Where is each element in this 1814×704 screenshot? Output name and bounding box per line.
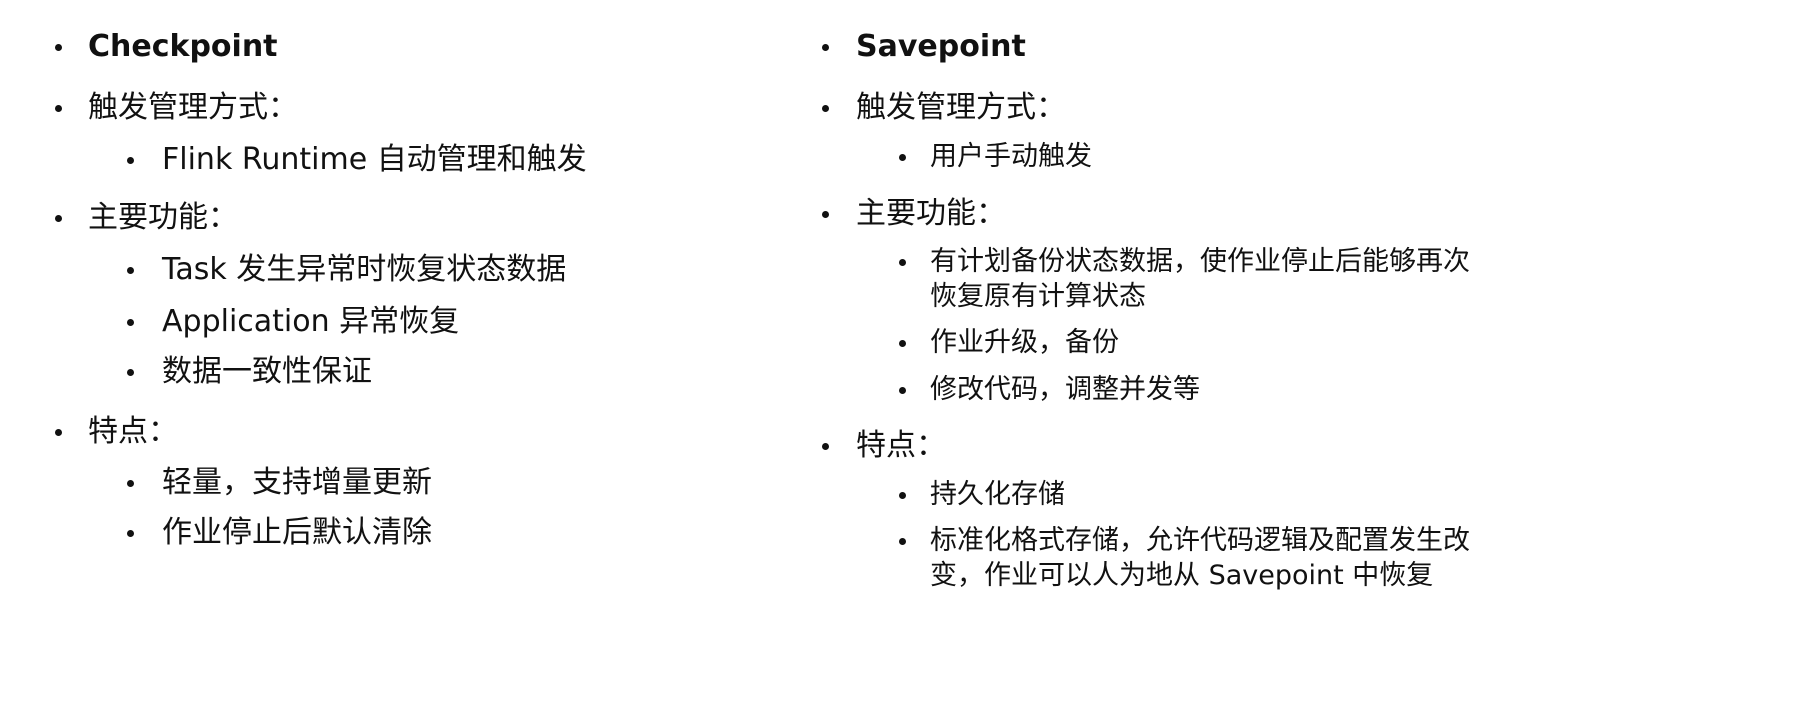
bullet-icon: [127, 267, 134, 274]
bullet-icon: [127, 530, 134, 537]
bullet-icon: [899, 154, 906, 161]
bullet-icon: [127, 319, 134, 326]
function-label: 主要功能：: [856, 196, 1006, 231]
list-item: 轻量，支持增量更新: [162, 465, 432, 500]
bullet-icon: [899, 259, 906, 266]
list-item: Task 发生异常时恢复状态数据: [162, 252, 567, 287]
list-item: 持久化存储: [930, 479, 1065, 510]
bullet-icon: [55, 429, 62, 436]
list-item-continued: 恢复原有计算状态: [930, 281, 1146, 312]
bullet-icon: [899, 387, 906, 394]
bullet-icon: [55, 215, 62, 222]
list-item: 用户手动触发: [930, 141, 1092, 172]
list-item: 有计划备份状态数据，使作业停止后能够再次: [930, 246, 1470, 277]
list-item: Application 异常恢复: [162, 304, 460, 339]
bullet-icon: [822, 443, 829, 450]
bullet-icon: [55, 44, 62, 51]
list-item: 数据一致性保证: [162, 354, 372, 389]
list-item: Flink Runtime 自动管理和触发: [162, 142, 587, 177]
function-label: 主要功能：: [88, 200, 238, 235]
list-item: 作业停止后默认清除: [162, 515, 432, 550]
feature-label: 特点：: [88, 414, 178, 449]
bullet-icon: [822, 105, 829, 112]
list-item-continued: 变，作业可以人为地从 Savepoint 中恢复: [930, 560, 1434, 591]
savepoint-title: Savepoint: [856, 29, 1026, 64]
bullet-icon: [127, 157, 134, 164]
bullet-icon: [899, 538, 906, 545]
checkpoint-title: Checkpoint: [88, 29, 278, 64]
list-item: 标准化格式存储，允许代码逻辑及配置发生改: [930, 525, 1470, 556]
bullet-icon: [899, 340, 906, 347]
bullet-icon: [127, 480, 134, 487]
bullet-icon: [127, 369, 134, 376]
bullet-icon: [899, 492, 906, 499]
bullet-icon: [55, 105, 62, 112]
list-item: 修改代码，调整并发等: [930, 374, 1200, 405]
trigger-label: 触发管理方式：: [856, 90, 1066, 125]
bullet-icon: [822, 211, 829, 218]
trigger-label: 触发管理方式：: [88, 90, 298, 125]
bullet-icon: [822, 44, 829, 51]
feature-label: 特点：: [856, 428, 946, 463]
list-item: 作业升级，备份: [930, 327, 1119, 358]
